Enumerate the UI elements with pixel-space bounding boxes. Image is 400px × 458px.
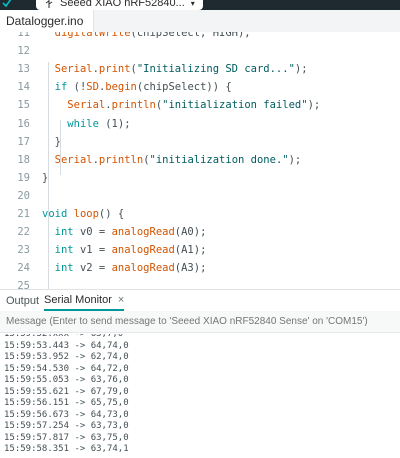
line-number: 18 xyxy=(17,153,30,166)
line-number: 24 xyxy=(17,262,30,275)
line-number: 17 xyxy=(17,135,30,148)
serial-line: 15:59:55.053 -> 63,76,0 xyxy=(4,375,129,385)
code-text: int v1 = analogRead(A1); xyxy=(54,244,207,257)
code-line: 25 xyxy=(0,278,400,289)
indent-guide xyxy=(48,202,49,289)
indent-guide xyxy=(48,62,49,217)
code-line: 20 xyxy=(0,188,400,206)
serial-line: 15:59:53.952 -> 62,74,0 xyxy=(4,352,129,362)
serial-line: 15:59:53.443 -> 64,74,0 xyxy=(4,340,129,351)
tab-output[interactable]: Output xyxy=(6,290,39,311)
verify-check-icon[interactable] xyxy=(2,0,12,8)
code-editor[interactable]: 11 digitalWrite(chipSelect, HIGH); 12 13 S… xyxy=(0,32,400,289)
line-number: 25 xyxy=(17,280,30,289)
serial-line: 15:59:58.351 -> 63,74,1 xyxy=(4,444,129,454)
board-dropdown-icon[interactable]: ▾ xyxy=(191,0,195,8)
indent-guide xyxy=(60,120,61,175)
file-tab-label: Datalogger.ino xyxy=(6,14,84,28)
line-number: 21 xyxy=(17,208,30,220)
serial-message-input[interactable] xyxy=(0,311,400,333)
serial-output: 15:59:52.xxx -> 63,7,0 15:59:53.443 -> 64… xyxy=(0,334,400,458)
code-line: 14 if (!SD.begin(chipSelect)) { xyxy=(0,79,400,97)
tab-output-label: Output xyxy=(6,294,40,307)
top-toolbar: Seeed XIAO nRF52840... ▾ xyxy=(0,0,400,10)
board-name: Seeed XIAO nRF52840... xyxy=(60,0,185,9)
board-selector[interactable]: Seeed XIAO nRF52840... ▾ xyxy=(36,0,203,10)
code-text: while (1); xyxy=(67,117,131,130)
line-number: 23 xyxy=(17,244,30,257)
code-line: 21 void loop() { xyxy=(0,206,400,224)
serial-line: 15:59:57.817 -> 63,75,0 xyxy=(4,432,129,443)
code-text: if (!SD.begin(chipSelect)) { xyxy=(54,81,232,94)
code-line: 12 xyxy=(0,43,400,61)
code-line: 23 int v1 = analogRead(A1); xyxy=(0,242,400,260)
serial-line: 15:59:54.530 -> 64,72,0 xyxy=(4,363,129,374)
tab-serial-monitor-label: Serial Monitor xyxy=(44,293,112,306)
file-tab-datalogger[interactable]: Datalogger.ino xyxy=(0,10,95,32)
line-number: 19 xyxy=(17,171,30,184)
line-number: 11 xyxy=(17,32,30,39)
line-number: 22 xyxy=(17,226,30,239)
code-text: } xyxy=(42,135,61,148)
code-line: 11 digitalWrite(chipSelect, HIGH); xyxy=(0,32,400,43)
line-number: 14 xyxy=(17,81,30,94)
code-text: Serial.print("Initializing SD card..."); xyxy=(54,63,308,76)
line-number: 16 xyxy=(17,117,30,130)
line-number: 13 xyxy=(17,63,30,76)
serial-line: 15:59:57.254 -> 63,73,0 xyxy=(4,421,129,431)
usb-icon xyxy=(45,0,53,8)
code-line: 24 int v2 = analogRead(A3); xyxy=(0,260,400,278)
serial-line: 15:59:55.621 -> 67,79,0 xyxy=(4,386,129,397)
line-number: 12 xyxy=(17,45,30,58)
code-text: int v0 = analogRead(A0); xyxy=(54,226,207,239)
code-text: Serial.println("initialization failed"); xyxy=(67,99,321,112)
serial-line: 15:59:56.151 -> 65,75,0 xyxy=(4,398,129,408)
code-text: void loop() { xyxy=(42,208,125,220)
code-line: 22 int v0 = analogRead(A0); xyxy=(0,224,400,242)
line-number: 20 xyxy=(17,189,30,202)
code-text: digitalWrite(chipSelect, HIGH); xyxy=(54,32,251,39)
code-text: Serial.println("initialization done."); xyxy=(54,153,302,166)
close-icon[interactable]: × xyxy=(118,294,124,306)
bottom-panel-tabs: Output Serial Monitor × xyxy=(0,289,400,312)
tab-serial-monitor[interactable]: Serial Monitor × xyxy=(44,290,125,311)
editor-tab-bar: Datalogger.ino xyxy=(0,10,400,33)
code-line: 15 Serial.println("initialization failed… xyxy=(0,97,400,115)
code-line: 13 Serial.print("Initializing SD card...… xyxy=(0,61,400,79)
line-number: 15 xyxy=(17,99,30,112)
code-text: int v2 = analogRead(A3); xyxy=(54,262,207,275)
serial-line: 15:59:56.673 -> 64,73,0 xyxy=(4,409,129,420)
